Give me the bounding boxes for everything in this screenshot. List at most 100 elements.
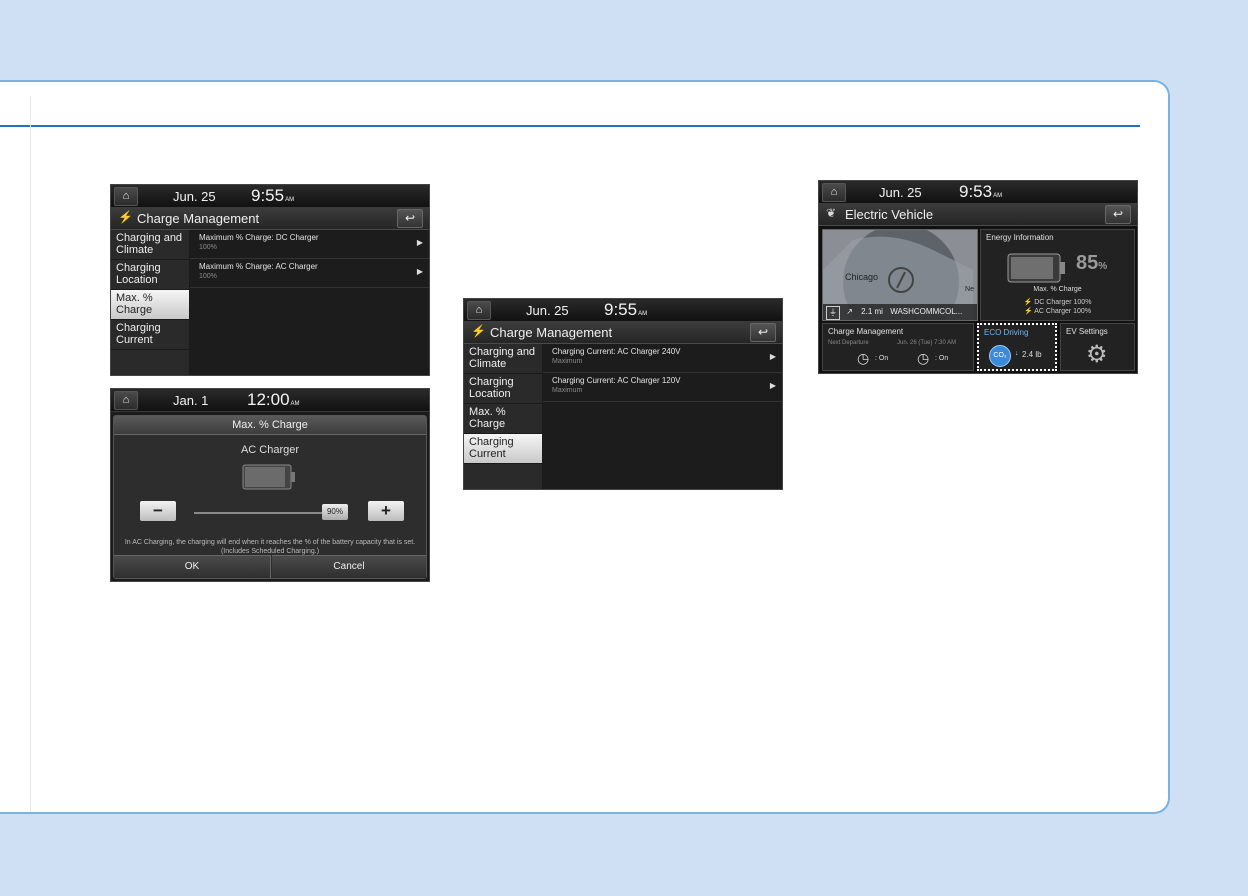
- back-button[interactable]: ↩: [397, 209, 423, 228]
- ev-settings-panel[interactable]: EV Settings ⚙: [1060, 323, 1135, 371]
- sidebar-item-max-charge[interactable]: Max. % Charge: [464, 404, 542, 434]
- ac-bolt-icon: ⚡: [1023, 308, 1033, 315]
- route-destination: WASHCOMMCOL...: [890, 307, 963, 316]
- time-value: 12:00: [247, 390, 290, 409]
- home-icon: ⌂: [122, 190, 130, 202]
- sidebar-label: Max. %: [469, 406, 506, 418]
- home-icon: ⌂: [475, 304, 483, 316]
- sidebar-label: Current: [116, 334, 153, 346]
- charge-slider-handle[interactable]: 90%: [322, 504, 348, 520]
- sidebar-label: Charging: [116, 262, 161, 274]
- sidebar-label: Location: [116, 274, 158, 286]
- battery-percent: 85%: [1076, 252, 1107, 275]
- chevron-right-icon: ▶: [769, 352, 776, 361]
- status-bar: ⌂ Jan. 1 12:00AM: [111, 389, 429, 412]
- status-date: Jan. 1: [173, 393, 209, 408]
- sidebar-label: Charging: [116, 322, 161, 334]
- time-ampm: AM: [290, 401, 300, 407]
- status-bar: ⌂ Jun. 25 9:55AM: [111, 185, 429, 208]
- energy-information-panel[interactable]: Energy Information 85% Max. % Charge ⚡ D…: [980, 229, 1135, 321]
- popup-description: In AC Charging, the charging will end wh…: [124, 539, 416, 555]
- charge-timer-status: : On: [875, 355, 889, 362]
- battery-icon: [1007, 253, 1065, 283]
- title-bar: ❦ Electric Vehicle ↩: [819, 203, 1137, 226]
- sidebar-label: Current: [469, 448, 506, 460]
- time-value: 9:55: [251, 186, 285, 205]
- panel-title: Charge Management: [828, 327, 904, 336]
- sidebar-item-charging-current[interactable]: Charging Current: [464, 434, 542, 464]
- back-button[interactable]: ↩: [1105, 205, 1131, 224]
- row-title: Charging Current: AC Charger 240V: [552, 347, 681, 356]
- panel-title: Energy Information: [986, 233, 1054, 242]
- co2-icon: CO₂: [989, 345, 1011, 367]
- status-bar: ⌂ Jun. 25 9:53AM: [819, 181, 1137, 204]
- dc-charger-line: ⚡ DC Charger 100%: [981, 298, 1134, 306]
- eco-driving-panel[interactable]: ECO Driving CO₂ ↓ 2.4 lb: [977, 323, 1057, 371]
- battery-unit: %: [1098, 261, 1108, 272]
- map-panel[interactable]: Chicago Ne ⏚ ↗ 2.1 mi WASHCOMMCOL...: [822, 229, 978, 321]
- charge-management-screen-max-charge: ⌂ Jun. 25 9:55AM ⚡ Charge Management ↩ C…: [110, 184, 430, 376]
- sidebar-item-charging-climate[interactable]: Charging and Climate: [464, 344, 542, 374]
- list-item-dc-charger[interactable]: Maximum % Charge: DC Charger 100% ▶: [190, 230, 429, 259]
- home-button[interactable]: ⌂: [467, 301, 491, 320]
- time-ampm: AM: [638, 311, 648, 317]
- sidebar-item-max-charge[interactable]: Max. % Charge: [111, 290, 189, 320]
- sidebar-label: Charging and: [116, 232, 183, 244]
- home-button[interactable]: ⌂: [822, 183, 846, 202]
- panel-title: ECO Driving: [984, 328, 1029, 337]
- home-icon: ⌂: [830, 186, 838, 198]
- panel-title: EV Settings: [1066, 327, 1108, 336]
- down-arrow-icon: ↓: [1015, 350, 1019, 357]
- screen-title: Charge Management: [137, 211, 260, 226]
- sidebar-item-charging-climate[interactable]: Charging and Climate: [111, 230, 189, 260]
- ok-button[interactable]: OK: [114, 555, 271, 578]
- map-route-bar: ⏚ ↗ 2.1 mi WASHCOMMCOL...: [823, 304, 977, 320]
- increase-button[interactable]: +: [368, 501, 404, 521]
- header-rule: [0, 125, 1140, 127]
- status-date: Jun. 25: [879, 185, 922, 200]
- cancel-button[interactable]: Cancel: [272, 555, 426, 578]
- max-charge-popup: Max. % Charge AC Charger − 90% + In AC C…: [113, 415, 427, 579]
- margin-line: [30, 96, 31, 812]
- row-title: Charging Current: AC Charger 120V: [552, 376, 681, 385]
- map-city-label: Chicago: [845, 272, 879, 282]
- sidebar-label: Charge: [469, 418, 506, 430]
- status-time: 12:00AM: [247, 390, 300, 410]
- climate-timer-status: : On: [935, 355, 949, 362]
- departure-time: Jun. 26 (Tue) 7:30 AM: [897, 340, 957, 346]
- ac-charger-value: AC Charger 100%: [1034, 308, 1092, 315]
- dc-bolt-icon: ⚡: [1023, 299, 1033, 306]
- charge-settings-icon: ⚡: [118, 210, 133, 224]
- sidebar-menu: Charging and Climate Charging Location Max…: [464, 344, 542, 489]
- time-ampm: AM: [285, 197, 295, 203]
- decrease-button[interactable]: −: [140, 501, 176, 521]
- sidebar-item-charging-current[interactable]: Charging Current: [111, 320, 189, 350]
- charge-management-panel[interactable]: Charge Management Next Departure Jun. 26…: [822, 323, 974, 371]
- sidebar-label: Climate: [469, 358, 507, 370]
- list-item-ac-120v[interactable]: Charging Current: AC Charger 120V Maximu…: [543, 373, 782, 402]
- sidebar-label: Climate: [116, 244, 154, 256]
- sidebar-label: Charge: [116, 304, 153, 316]
- status-date: Jun. 25: [173, 189, 216, 204]
- sidebar-label: Location: [469, 388, 511, 400]
- sidebar-menu: Charging and Climate Charging Location Max…: [111, 230, 189, 375]
- status-time: 9:55AM: [251, 186, 294, 206]
- battery-value: 85: [1076, 252, 1099, 274]
- back-button[interactable]: ↩: [750, 323, 776, 342]
- dc-charger-value: DC Charger 100%: [1034, 299, 1092, 306]
- back-arrow-icon: ↩: [1112, 207, 1124, 221]
- sidebar-item-charging-location[interactable]: Charging Location: [464, 374, 542, 404]
- home-button[interactable]: ⌂: [114, 187, 138, 206]
- list-item-ac-charger[interactable]: Maximum % Charge: AC Charger 100% ▶: [190, 259, 429, 288]
- max-charge-popup-screen: ⌂ Jan. 1 12:00AM Max. % Charge AC Charge…: [110, 388, 430, 582]
- charge-management-screen-charging-current: ⌂ Jun. 25 9:55AM ⚡ Charge Management ↩ C…: [463, 298, 783, 490]
- row-value: Maximum: [552, 387, 583, 394]
- screen-title: Charge Management: [490, 325, 613, 340]
- row-value: 100%: [199, 244, 217, 251]
- screen-title: Electric Vehicle: [845, 207, 934, 222]
- list-item-ac-240v[interactable]: Charging Current: AC Charger 240V Maximu…: [543, 344, 782, 373]
- sidebar-item-charging-location[interactable]: Charging Location: [111, 260, 189, 290]
- home-icon: ⌂: [122, 394, 130, 406]
- home-button[interactable]: ⌂: [114, 391, 138, 410]
- time-ampm: AM: [993, 193, 1003, 199]
